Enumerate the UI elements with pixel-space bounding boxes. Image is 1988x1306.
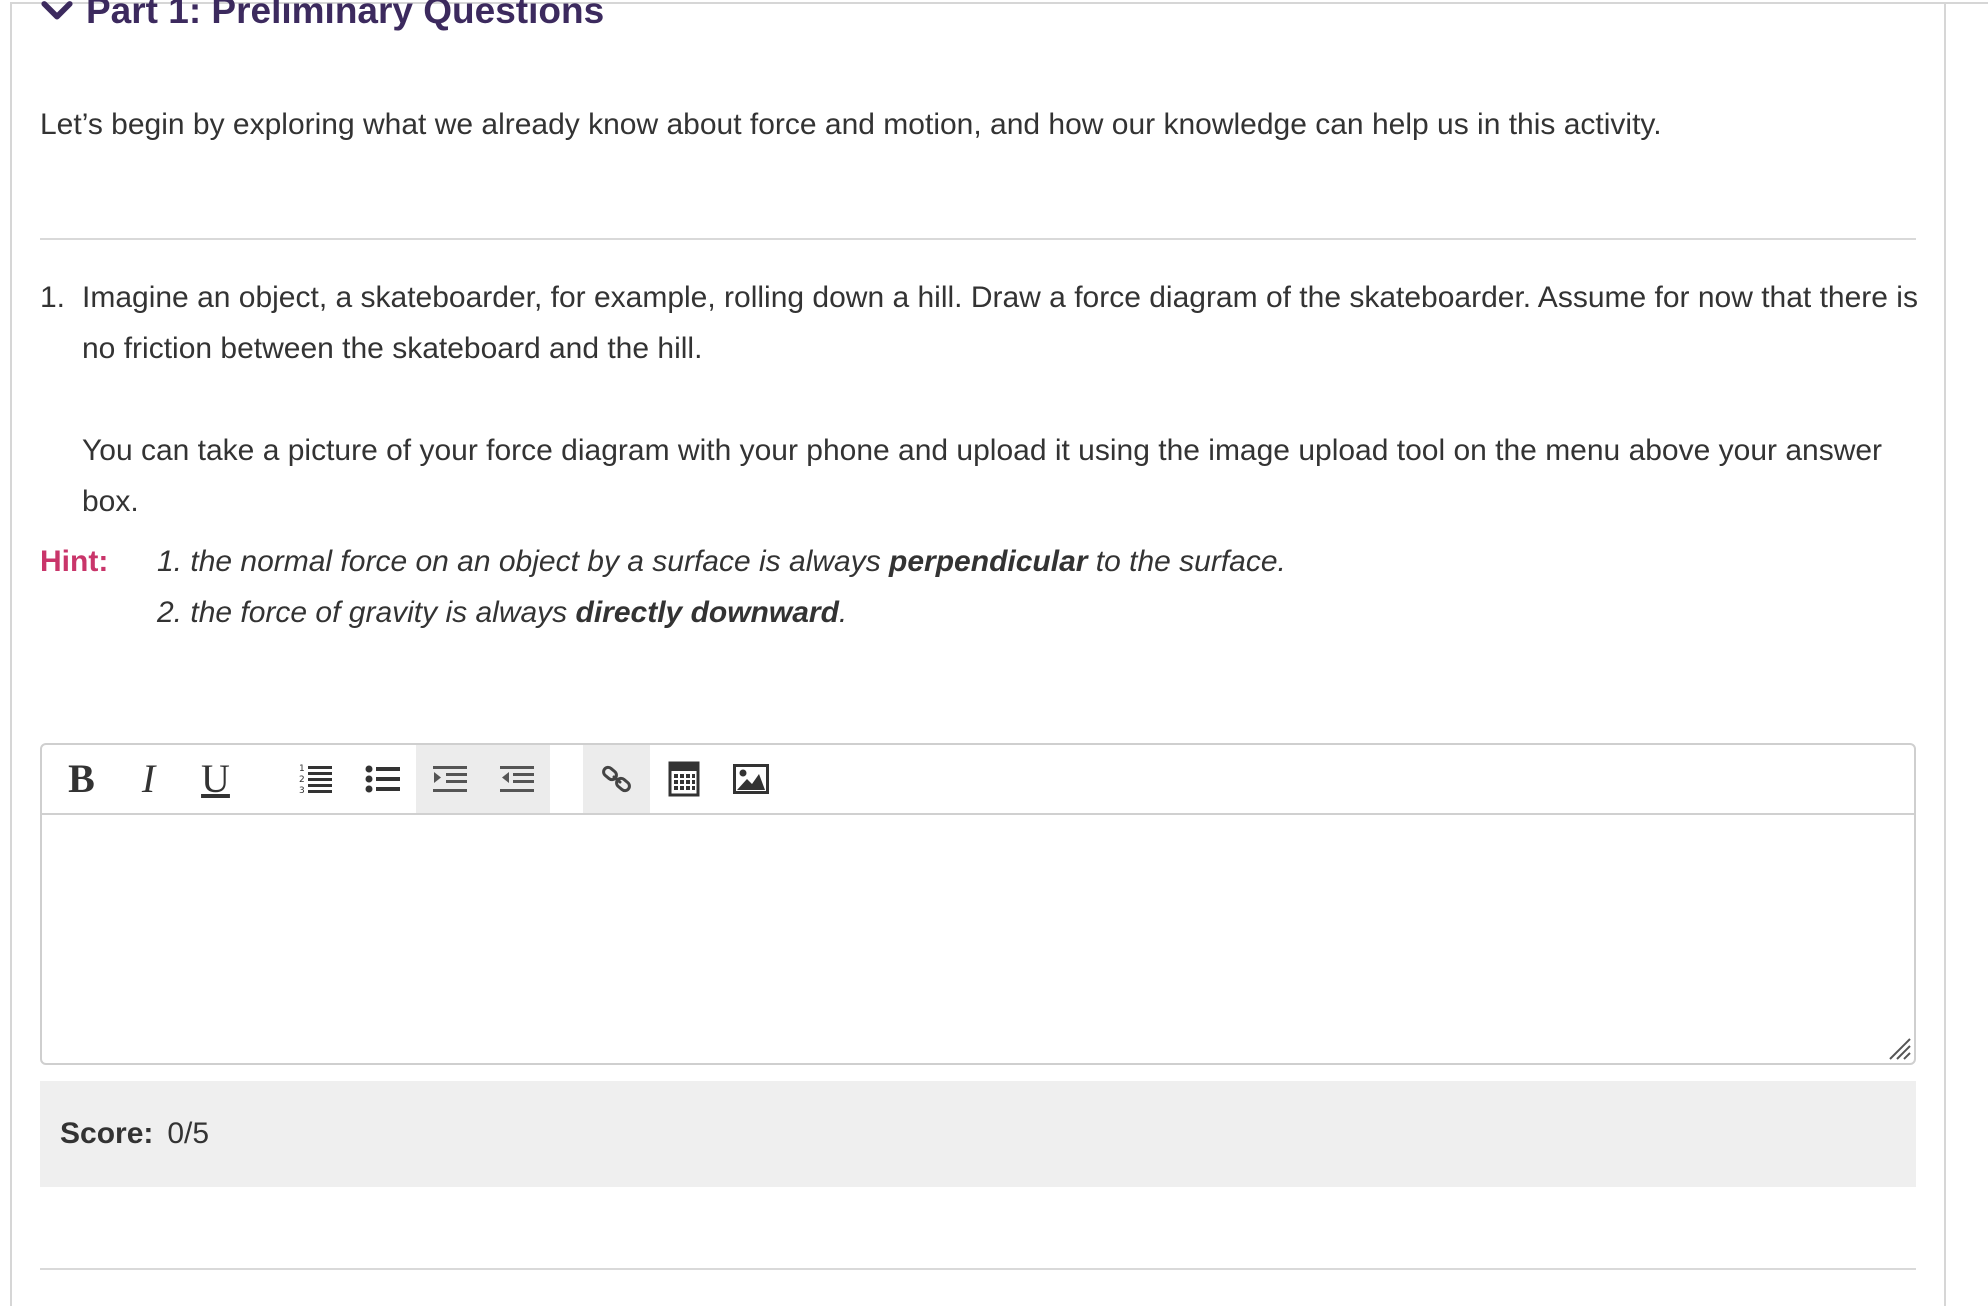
underline-button[interactable]: U — [182, 745, 249, 813]
outdent-button[interactable] — [483, 745, 550, 813]
indent-button[interactable] — [416, 745, 483, 813]
link-icon — [601, 765, 631, 793]
resize-handle-icon[interactable] — [1886, 1035, 1912, 1061]
question-body: Imagine an object, a skateboarder, for e… — [82, 272, 1922, 527]
score-label: Score: — [60, 1117, 154, 1150]
calculator-icon — [668, 761, 699, 797]
svg-text:2: 2 — [299, 775, 305, 785]
image-icon — [732, 764, 769, 794]
question-number: 1. — [40, 281, 66, 314]
numbered-list-icon: 1 2 3 — [299, 764, 332, 796]
divider-bottom — [40, 1268, 1916, 1270]
hint-line-2-end: . — [838, 596, 848, 629]
score-value: 0/5 — [167, 1117, 210, 1150]
answer-editor: B I U 1 2 3 — [40, 743, 1916, 1065]
hint-line-1: 1. the normal force on an object by a su… — [157, 536, 1286, 587]
bold-label: B — [68, 756, 95, 801]
divider-top — [40, 238, 1916, 240]
bold-button[interactable]: B — [48, 745, 115, 813]
answer-input[interactable] — [42, 815, 1914, 1063]
underline-label: U — [201, 756, 230, 801]
svg-text:3: 3 — [299, 786, 305, 796]
calculator-button[interactable] — [650, 745, 717, 813]
hint-line-1-end: to the surface. — [1087, 545, 1286, 578]
italic-button[interactable]: I — [115, 745, 182, 813]
svg-text:1: 1 — [299, 764, 305, 774]
hint-line-1-emphasis: perpendicular — [889, 545, 1088, 578]
outdent-icon — [499, 766, 534, 792]
link-button[interactable] — [583, 745, 650, 813]
indent-icon — [432, 766, 467, 792]
hint-line-1-text: 1. the normal force on an object by a su… — [157, 545, 890, 578]
top-border — [1946, 2, 1988, 4]
chevron-down-icon — [41, 1, 73, 20]
italic-label: I — [141, 756, 156, 801]
hint-line-2-text: 2. the force of gravity is always — [157, 596, 576, 629]
section-header[interactable]: Part 1: Preliminary Questions — [40, 0, 604, 34]
editor-toolbar: B I U 1 2 3 — [42, 745, 1914, 815]
numbered-list-button[interactable]: 1 2 3 — [282, 745, 349, 813]
image-upload-button[interactable] — [717, 745, 784, 813]
question-paragraph-1: Imagine an object, a skateboarder, for e… — [82, 281, 1918, 365]
hint-line-2-emphasis: directly downward — [575, 596, 839, 629]
section-title: Part 1: Preliminary Questions — [86, 0, 605, 31]
intro-text: Let’s begin by exploring what we already… — [40, 108, 1662, 141]
bulleted-list-button[interactable] — [349, 745, 416, 813]
question-paragraph-2: You can take a picture of your force dia… — [82, 434, 1883, 518]
score-bar: Score: 0/5 — [40, 1081, 1916, 1187]
hint-line-2: 2. the force of gravity is always direct… — [157, 587, 1286, 638]
hint-body: 1. the normal force on an object by a su… — [157, 536, 1286, 638]
hint-label: Hint: — [40, 545, 109, 578]
bulleted-list-icon — [365, 765, 400, 793]
